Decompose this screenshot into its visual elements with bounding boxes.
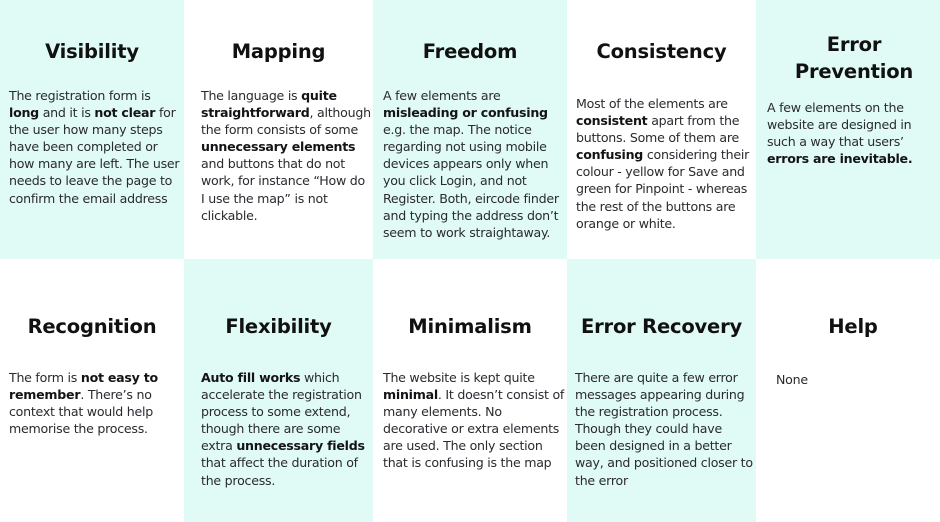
body-text: and buttons that do not work, for instan… — [201, 156, 365, 223]
emphasis-text: not clear — [94, 105, 156, 121]
heuristic-card-error-recovery: Error Recovery There are quite a few err… — [567, 259, 756, 522]
body-text: There are quite a few error messages app… — [575, 370, 753, 488]
body-text: None — [776, 372, 808, 387]
emphasis-text: Auto fill works — [201, 370, 301, 385]
heuristic-card-minimalism: Minimalism The website is kept quite min… — [373, 259, 567, 522]
heuristic-card-visibility: Visibility The registration form is long… — [0, 0, 184, 259]
card-body: The form is not easy to remember. There’… — [9, 369, 181, 437]
card-body: Auto fill works which accelerate the reg… — [201, 369, 371, 489]
heuristic-card-flexibility: Flexibility Auto fill works which accele… — [184, 259, 373, 522]
card-body: The website is kept quite minimal. It do… — [383, 369, 567, 472]
body-text: A few elements on the website are design… — [767, 100, 912, 150]
card-body: There are quite a few error messages app… — [575, 369, 755, 489]
emphasis-text: consistent — [576, 113, 648, 129]
card-title: Error Prevention — [794, 33, 914, 83]
body-text: and it is — [38, 105, 95, 121]
body-text: The language is — [201, 88, 302, 103]
heuristic-card-consistency: Consistency Most of the elements are con… — [567, 0, 756, 259]
emphasis-text: errors are inevitable. — [767, 151, 913, 167]
card-title: Freedom — [422, 40, 518, 63]
card-title: Recognition — [27, 315, 157, 338]
card-title: Visibility — [45, 40, 139, 63]
card-title: Mapping — [231, 40, 326, 63]
card-title: Consistency — [596, 40, 727, 63]
heuristics-grid: Visibility The registration form is long… — [0, 0, 940, 522]
heuristic-card-freedom: Freedom A few elements are misleading or… — [373, 0, 567, 259]
card-body: The registration form is long and it is … — [9, 87, 181, 207]
card-body: None — [776, 371, 936, 388]
card-body: The language is quite straightforward, a… — [201, 87, 371, 224]
card-title: Help — [828, 315, 878, 338]
emphasis-text: unnecessary elements — [201, 139, 356, 155]
body-text: A few elements are — [383, 88, 501, 103]
body-text: The registration form is — [9, 88, 151, 103]
body-text: for the user how many steps have been co… — [9, 105, 180, 206]
emphasis-text: misleading or confusing — [383, 105, 548, 121]
emphasis-text: long — [9, 105, 39, 121]
card-title: Error Recovery — [580, 315, 743, 338]
heuristic-card-error-prevention: Error Prevention A few elements on the w… — [756, 0, 940, 259]
card-title: Minimalism — [408, 315, 532, 338]
card-body: Most of the elements are consistent apar… — [576, 95, 756, 232]
body-text: The website is kept quite — [383, 370, 535, 385]
heuristic-card-mapping: Mapping The language is quite straightfo… — [184, 0, 373, 259]
emphasis-text: unnecessary fields — [236, 438, 365, 454]
body-text: e.g. the map. The notice regarding not u… — [383, 122, 559, 240]
body-text: The form is — [9, 370, 81, 385]
emphasis-text: minimal — [383, 387, 438, 403]
card-body: A few elements on the website are design… — [767, 99, 939, 167]
heuristic-card-recognition: Recognition The form is not easy to reme… — [0, 259, 184, 522]
heuristic-card-help: Help None — [756, 259, 940, 522]
card-title: Flexibility — [225, 315, 332, 338]
body-text: Most of the elements are — [576, 96, 728, 111]
card-body: A few elements are misleading or confusi… — [383, 87, 565, 241]
body-text: that affect the duration of the process. — [201, 455, 358, 488]
emphasis-text: confusing — [576, 147, 644, 163]
